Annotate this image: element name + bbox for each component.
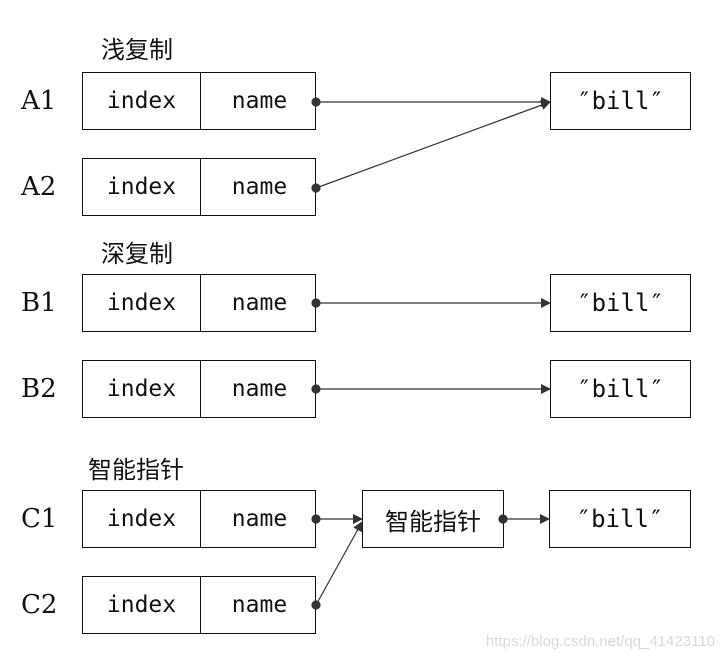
pointer-dot-smart-pointer <box>498 514 508 524</box>
arrow-c2 <box>315 521 363 606</box>
pointer-dot-b2 <box>311 384 321 394</box>
pointer-dot-c2 <box>311 600 321 610</box>
pointer-dot-a1 <box>311 97 321 107</box>
pointer-dot-c1 <box>311 514 321 524</box>
pointer-dot-a2 <box>311 183 321 193</box>
watermark: https://blog.csdn.net/qq_41423110 <box>485 633 715 650</box>
pointer-dot-b1 <box>311 298 321 308</box>
pointer-arrows <box>311 97 551 610</box>
arrow-a2 <box>315 100 551 189</box>
